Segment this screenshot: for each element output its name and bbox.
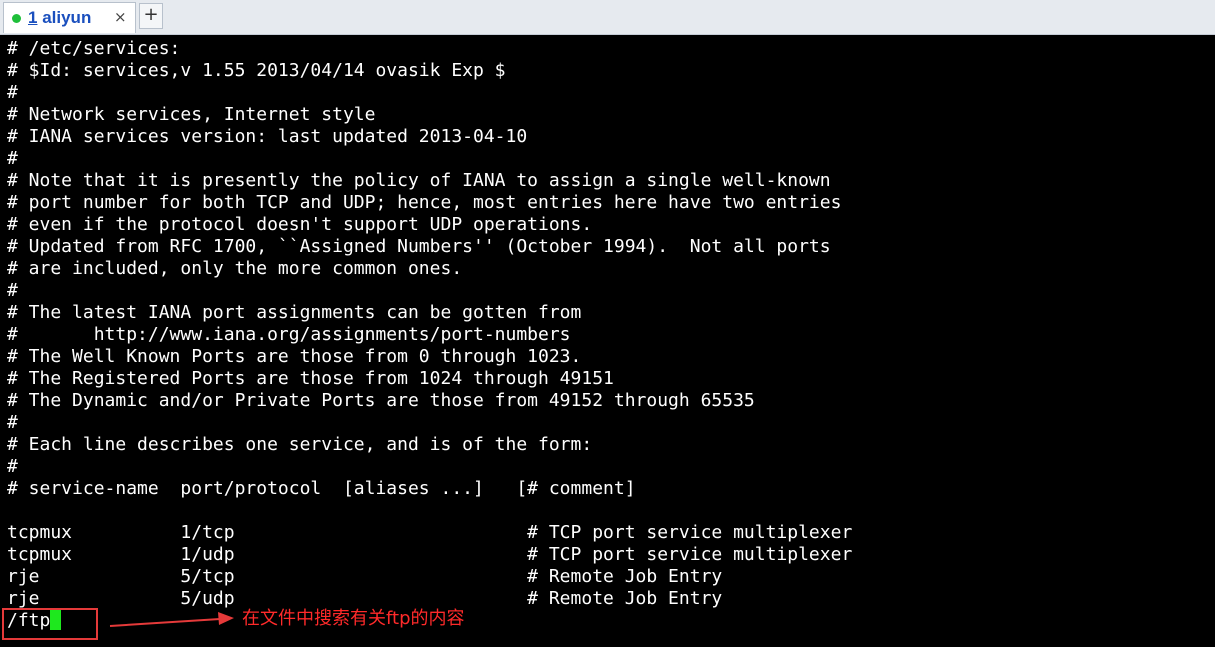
terminal-line: # The latest IANA port assignments can b… bbox=[7, 302, 582, 323]
new-tab-button[interactable]: + bbox=[139, 3, 163, 29]
terminal-line: # Updated from RFC 1700, ``Assigned Numb… bbox=[7, 236, 831, 257]
terminal-line: # IANA services version: last updated 20… bbox=[7, 126, 528, 147]
tab-title: aliyun bbox=[42, 8, 92, 27]
terminal-window: 1 aliyun × + # /etc/services: # $Id: ser… bbox=[0, 0, 1215, 647]
terminal-line: # Each line describes one service, and i… bbox=[7, 434, 593, 455]
terminal-line: # Note that it is presently the policy o… bbox=[7, 170, 831, 191]
terminal-line: tcpmux 1/tcp # TCP port service multiple… bbox=[7, 522, 853, 543]
terminal-line: # bbox=[7, 280, 18, 301]
terminal-line: # bbox=[7, 456, 18, 477]
terminal-line: # The Well Known Ports are those from 0 … bbox=[7, 346, 582, 367]
terminal-line: # /etc/services: bbox=[7, 38, 181, 59]
terminal-line: # Network services, Internet style bbox=[7, 104, 376, 125]
terminal-line: # The Registered Ports are those from 10… bbox=[7, 368, 614, 389]
terminal-lines: # /etc/services: # $Id: services,v 1.55 … bbox=[7, 38, 852, 610]
terminal-line: # bbox=[7, 82, 18, 103]
connection-status-icon bbox=[12, 14, 21, 23]
tab-bar: 1 aliyun × + bbox=[0, 0, 1215, 35]
tab-aliyun[interactable]: 1 aliyun × bbox=[3, 2, 136, 33]
terminal-line: rje 5/tcp # Remote Job Entry bbox=[7, 566, 723, 587]
arrow-icon bbox=[109, 612, 234, 627]
terminal-line: # service-name port/protocol [aliases ..… bbox=[7, 478, 636, 499]
terminal-line: # The Dynamic and/or Private Ports are t… bbox=[7, 390, 755, 411]
annotation-text: 在文件中搜索有关ftp的内容 bbox=[242, 608, 465, 629]
terminal-line: # even if the protocol doesn't support U… bbox=[7, 214, 593, 235]
close-icon[interactable]: × bbox=[114, 8, 127, 26]
terminal-line: # bbox=[7, 412, 18, 433]
terminal-line: # $Id: services,v 1.55 2013/04/14 ovasik… bbox=[7, 60, 506, 81]
tab-number: 1 bbox=[28, 8, 38, 27]
terminal-line: # are included, only the more common one… bbox=[7, 258, 463, 279]
terminal-output[interactable]: # /etc/services: # $Id: services,v 1.55 … bbox=[0, 35, 1215, 647]
terminal-line: # bbox=[7, 148, 18, 169]
terminal-line: # port number for both TCP and UDP; henc… bbox=[7, 192, 842, 213]
highlight-box bbox=[2, 608, 98, 640]
terminal-line: # http://www.iana.org/assignments/port-n… bbox=[7, 324, 571, 345]
tab-label: 1 aliyun bbox=[28, 8, 91, 28]
terminal-line: tcpmux 1/udp # TCP port service multiple… bbox=[7, 544, 853, 565]
